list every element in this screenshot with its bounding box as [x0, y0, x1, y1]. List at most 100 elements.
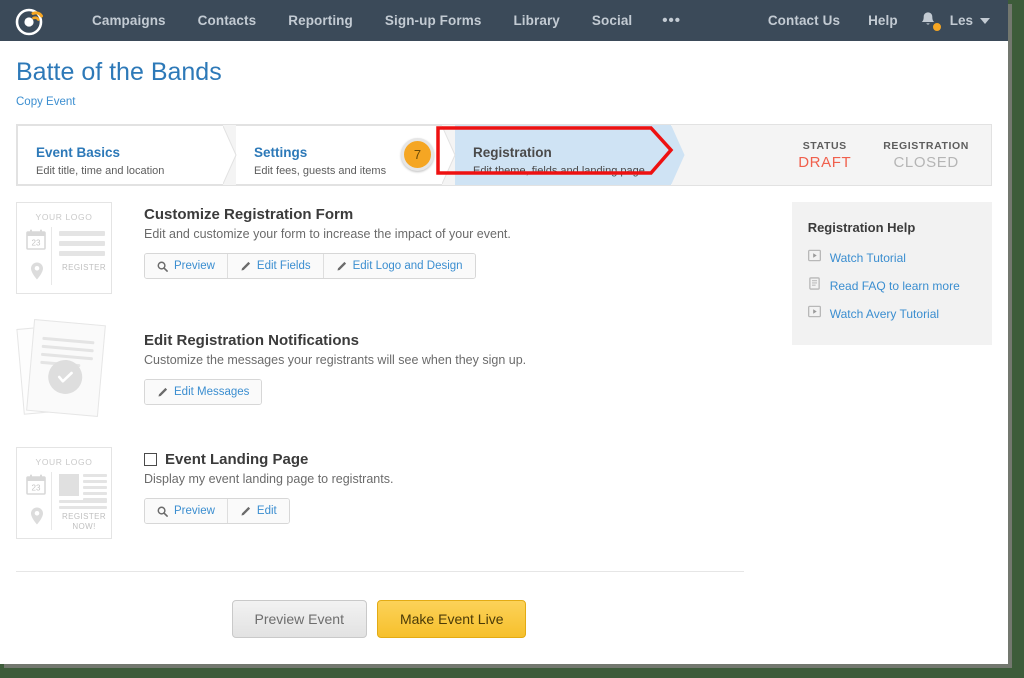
nav-item-help[interactable]: Help	[854, 13, 912, 28]
thumbnail-image-block	[59, 474, 79, 496]
pencil-icon	[157, 387, 168, 398]
secondary-nav-links: Contact Us Help Les	[754, 10, 994, 32]
pencil-icon	[240, 506, 251, 517]
preview-landing-page-button-label: Preview	[174, 505, 215, 517]
thumbnail-divider	[51, 227, 52, 285]
step-event-basics-subtitle: Edit title, time and location	[36, 165, 197, 177]
help-link-read-faq[interactable]: Read FAQ to learn more	[808, 277, 976, 295]
page-header: Batte of the Bands Copy Event	[0, 41, 1008, 110]
section-title-landing-page-row: Event Landing Page	[144, 451, 760, 468]
section-edit-registration-notifications: Edit Registration Notifications Customiz…	[16, 318, 760, 423]
constant-contact-logo-icon[interactable]	[12, 4, 46, 38]
section-body: Event Landing Page Display my event land…	[144, 447, 760, 539]
step-arrow-icon	[223, 126, 237, 184]
section-customize-registration-form: YOUR LOGO 23	[16, 202, 760, 294]
edit-messages-button-label: Edit Messages	[174, 386, 249, 398]
preview-form-button[interactable]: Preview	[145, 254, 228, 278]
edit-landing-page-button[interactable]: Edit	[228, 499, 289, 523]
help-panel-title: Registration Help	[808, 220, 976, 235]
page-body: YOUR LOGO 23	[0, 186, 1008, 563]
pencil-icon	[336, 261, 347, 272]
section-body: Edit Registration Notifications Customiz…	[144, 318, 760, 423]
edit-logo-and-design-button[interactable]: Edit Logo and Design	[324, 254, 475, 278]
step-event-basics[interactable]: Event Basics Edit title, time and locati…	[17, 125, 223, 185]
step-settings-subtitle: Edit fees, guests and items	[254, 165, 416, 177]
section-body: Customize Registration Form Edit and cus…	[144, 202, 760, 294]
copy-event-link[interactable]: Copy Event	[16, 96, 75, 108]
document-front-icon	[26, 319, 106, 417]
customize-form-button-group: Preview Edit Fields Edit L	[144, 253, 476, 279]
step-number-badge[interactable]: 7	[401, 138, 434, 171]
help-link-watch-avery-tutorial[interactable]: Watch Avery Tutorial	[808, 305, 976, 323]
registration-help-panel: Registration Help Watch Tutorial	[792, 202, 992, 345]
top-navigation-bar: Campaigns Contacts Reporting Sign-up For…	[0, 0, 1008, 41]
user-account-menu[interactable]: Les	[950, 13, 994, 28]
svg-text:23: 23	[32, 239, 41, 248]
document-icon	[808, 277, 821, 295]
step-registration-title: Registration	[473, 145, 645, 161]
step-arrow-icon	[671, 126, 685, 184]
nav-item-contacts[interactable]: Contacts	[182, 13, 273, 28]
registration-form-thumbnail: YOUR LOGO 23	[16, 202, 112, 294]
bell-icon[interactable]	[918, 10, 940, 32]
help-link-watch-tutorial-label: Watch Tutorial	[830, 251, 906, 265]
nav-item-campaigns[interactable]: Campaigns	[76, 13, 182, 28]
help-link-read-faq-label: Read FAQ to learn more	[830, 279, 960, 293]
status-badge: DRAFT	[798, 154, 851, 171]
registration-label: REGISTRATION	[883, 140, 969, 152]
footer-divider	[16, 571, 744, 572]
footer-action-bar: Preview Event Make Event Live	[0, 600, 1008, 638]
section-desc-notifications: Customize the messages your registrants …	[144, 353, 760, 367]
search-icon	[157, 261, 168, 272]
thumbnail-logo-label: YOUR LOGO	[17, 212, 111, 222]
pencil-icon	[240, 261, 251, 272]
thumbnail-text-lines	[59, 231, 105, 261]
location-pin-icon	[29, 261, 45, 286]
step-event-basics-title: Event Basics	[36, 145, 197, 161]
nav-item-contact-us[interactable]: Contact Us	[754, 13, 854, 28]
nav-item-social[interactable]: Social	[576, 13, 648, 28]
step-arrow-icon	[442, 126, 456, 184]
help-link-watch-tutorial[interactable]: Watch Tutorial	[808, 249, 976, 267]
preview-form-button-label: Preview	[174, 260, 215, 272]
section-desc-customize-form: Edit and customize your form to increase…	[144, 227, 760, 241]
primary-nav-links: Campaigns Contacts Reporting Sign-up For…	[76, 12, 695, 29]
help-link-watch-avery-tutorial-label: Watch Avery Tutorial	[830, 307, 939, 321]
edit-fields-button-label: Edit Fields	[257, 260, 311, 272]
step-registration-subtitle: Edit theme, fields and landing page	[473, 165, 645, 177]
edit-messages-button[interactable]: Edit Messages	[145, 380, 261, 404]
landing-page-thumbnail: YOUR LOGO 23	[16, 447, 112, 539]
edit-fields-button[interactable]: Edit Fields	[228, 254, 324, 278]
make-event-live-button[interactable]: Make Event Live	[377, 600, 527, 638]
edit-landing-page-button-label: Edit	[257, 505, 277, 517]
landing-page-button-group: Preview Edit	[144, 498, 290, 524]
thumbnail-column	[16, 318, 128, 423]
preview-landing-page-button[interactable]: Preview	[145, 499, 228, 523]
section-title-notifications: Edit Registration Notifications	[144, 332, 760, 349]
main-column: YOUR LOGO 23	[16, 202, 760, 563]
thumbnail-divider	[51, 472, 52, 530]
preview-event-button[interactable]: Preview Event	[232, 600, 367, 638]
registration-status-cell: REGISTRATION CLOSED	[883, 140, 969, 171]
notification-badge	[932, 22, 942, 32]
nav-overflow-menu-icon[interactable]: •••	[648, 12, 695, 29]
nav-item-library[interactable]: Library	[497, 13, 575, 28]
section-desc-landing-page: Display my event landing page to registr…	[144, 472, 760, 486]
section-title-customize-form: Customize Registration Form	[144, 206, 760, 223]
thumbnail-logo-label: YOUR LOGO	[17, 457, 111, 467]
edit-logo-and-design-button-label: Edit Logo and Design	[353, 260, 463, 272]
step-registration[interactable]: Registration Edit theme, fields and land…	[455, 125, 671, 185]
svg-text:23: 23	[32, 484, 41, 493]
play-icon	[808, 305, 821, 323]
location-pin-icon	[29, 506, 45, 531]
calendar-icon: 23	[26, 229, 46, 256]
registration-status-badge: CLOSED	[883, 154, 969, 171]
nav-item-sign-up-forms[interactable]: Sign-up Forms	[369, 13, 498, 28]
thumbnail-column: YOUR LOGO 23	[16, 447, 128, 539]
step-list: Event Basics Edit title, time and locati…	[17, 125, 671, 185]
nav-item-reporting[interactable]: Reporting	[272, 13, 369, 28]
step-settings-title: Settings	[254, 145, 416, 161]
application-frame: Campaigns Contacts Reporting Sign-up For…	[0, 0, 1008, 664]
status-cell: STATUS DRAFT	[798, 140, 851, 171]
event-landing-page-checkbox[interactable]	[144, 453, 157, 466]
